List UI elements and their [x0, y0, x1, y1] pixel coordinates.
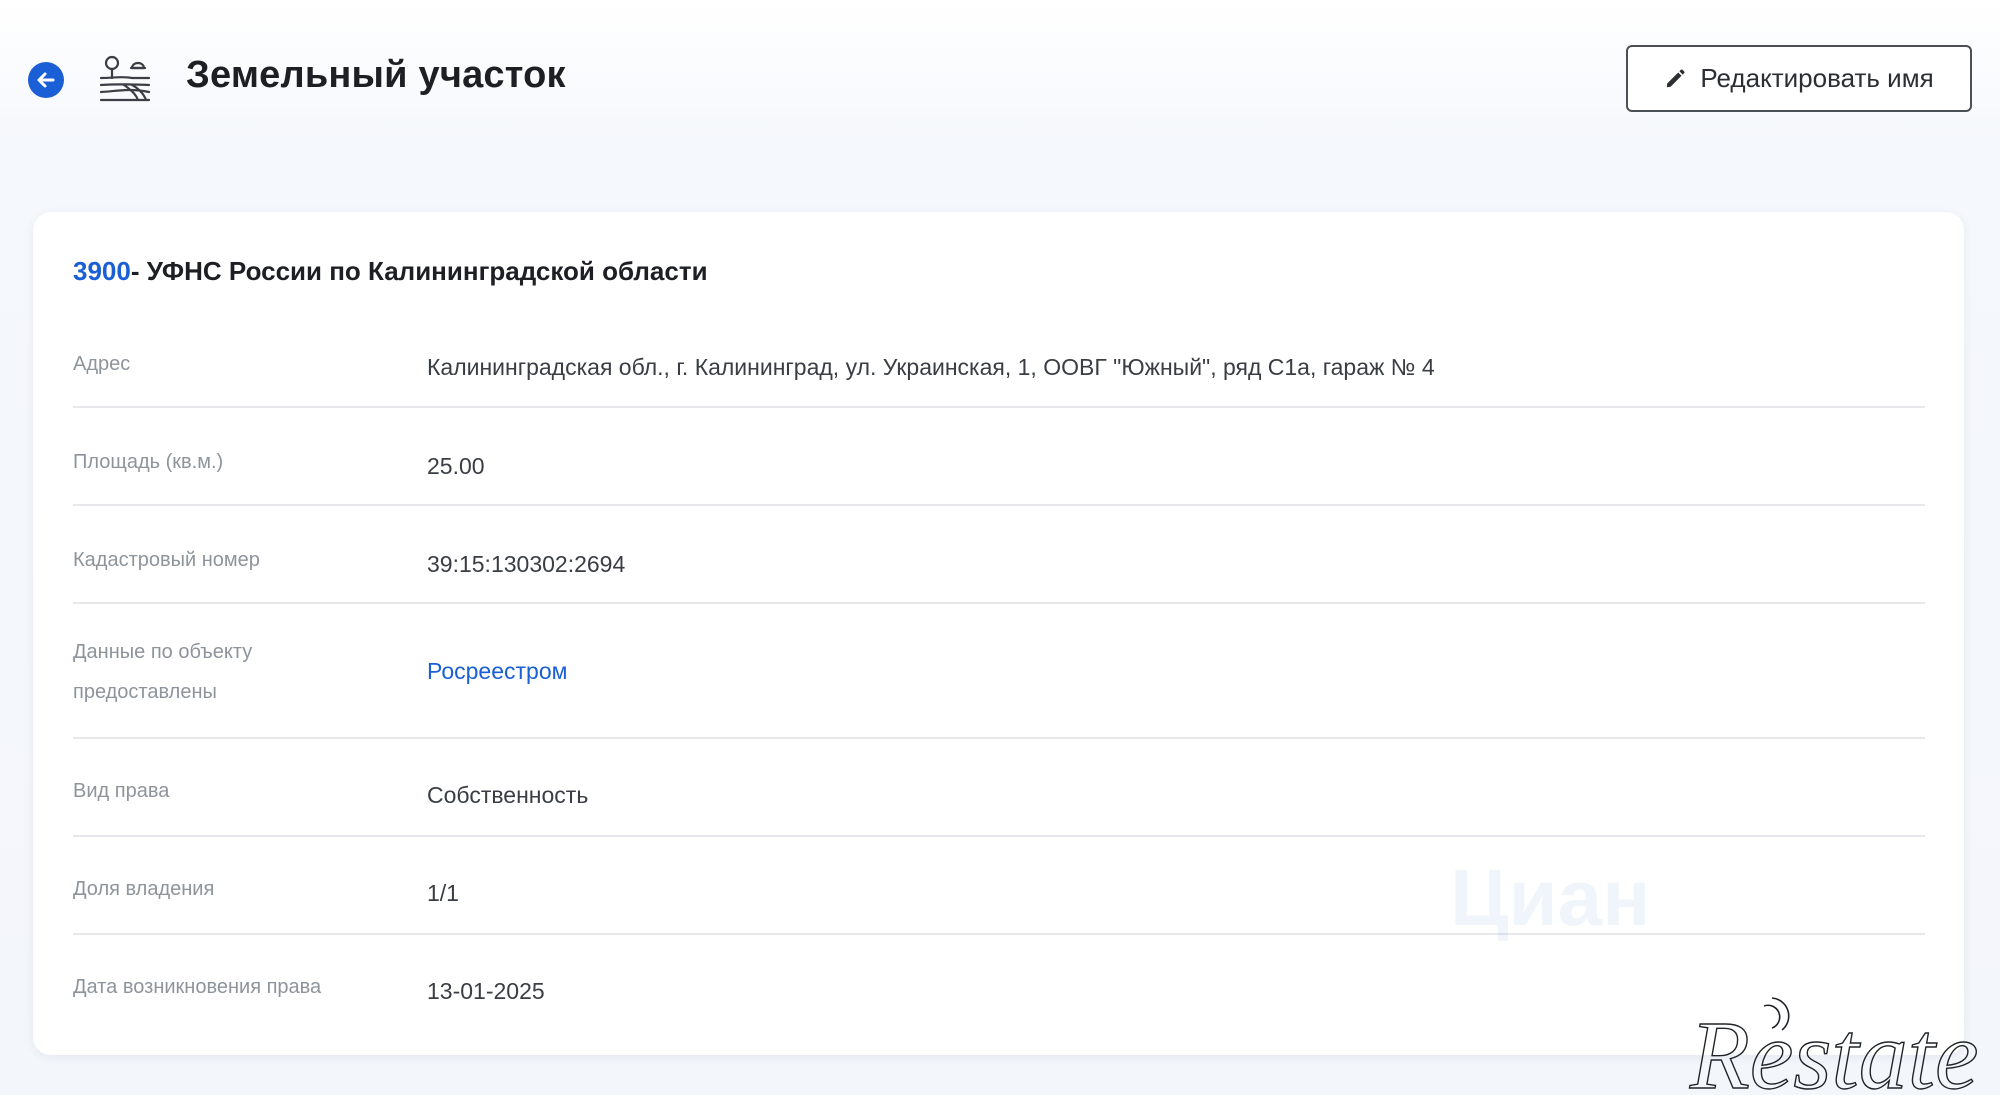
detail-label: Вид права — [73, 780, 170, 802]
cian-watermark: Циан — [1450, 853, 1650, 942]
svg-text:Restate: Restate — [1689, 1002, 1978, 1095]
detail-row-data-source: Данные по объекту предоставлены Росреест… — [73, 604, 1925, 739]
arrow-left-icon — [37, 72, 55, 88]
detail-label-line: предоставлены — [73, 681, 217, 703]
detail-row-address: Адрес Калининградская обл., г. Калинингр… — [73, 310, 1925, 408]
pencil-icon — [1667, 69, 1685, 87]
detail-value: 1/1 — [427, 880, 459, 906]
svg-text:Циан: Циан — [1450, 853, 1650, 942]
detail-value: 39:15:130302:2694 — [427, 551, 626, 577]
detail-row-area: Площадь (кв.м.) 25.00 — [73, 408, 1925, 506]
edit-name-label: Редактировать имя — [1700, 63, 1934, 93]
detail-label: Дата возникновения права — [73, 976, 322, 998]
rosreestr-link[interactable]: Росреестром — [427, 658, 567, 685]
detail-label: Площадь (кв.м.) — [73, 451, 224, 473]
detail-value: 25.00 — [427, 453, 485, 479]
page-header: Земельный участок Редактировать имя — [0, 0, 2000, 160]
detail-label: Данные по объекту предоставлены — [73, 632, 373, 712]
detail-value: Собственность — [427, 782, 589, 808]
detail-label: Кадастровый номер — [73, 549, 260, 571]
back-button[interactable] — [28, 62, 64, 98]
authority-code[interactable]: 3900 — [73, 256, 131, 286]
detail-row-right-type: Вид права Собственность — [73, 739, 1925, 837]
detail-row-cadastral-number: Кадастровый номер 39:15:130302:2694 — [73, 506, 1925, 604]
detail-row-right-date: Дата возникновения права 13-01-2025 — [73, 935, 1925, 1033]
detail-label-line: Данные по объекту — [73, 641, 253, 663]
land-plot-icon — [99, 55, 151, 102]
detail-value: Калининградская обл., г. Калининград, ул… — [427, 354, 1435, 380]
tax-authority-title: 3900- УФНС России по Калининградской обл… — [73, 256, 708, 287]
authority-name: - УФНС России по Калининградской области — [130, 256, 708, 286]
restate-watermark-logo: Restate — [1688, 997, 1979, 1095]
detail-label: Адрес — [73, 353, 131, 375]
page-title: Земельный участок — [186, 54, 566, 96]
detail-label: Доля владения — [73, 878, 215, 900]
edit-name-button[interactable]: Редактировать имя — [1626, 45, 1972, 112]
detail-value: 13-01-2025 — [427, 978, 545, 1004]
